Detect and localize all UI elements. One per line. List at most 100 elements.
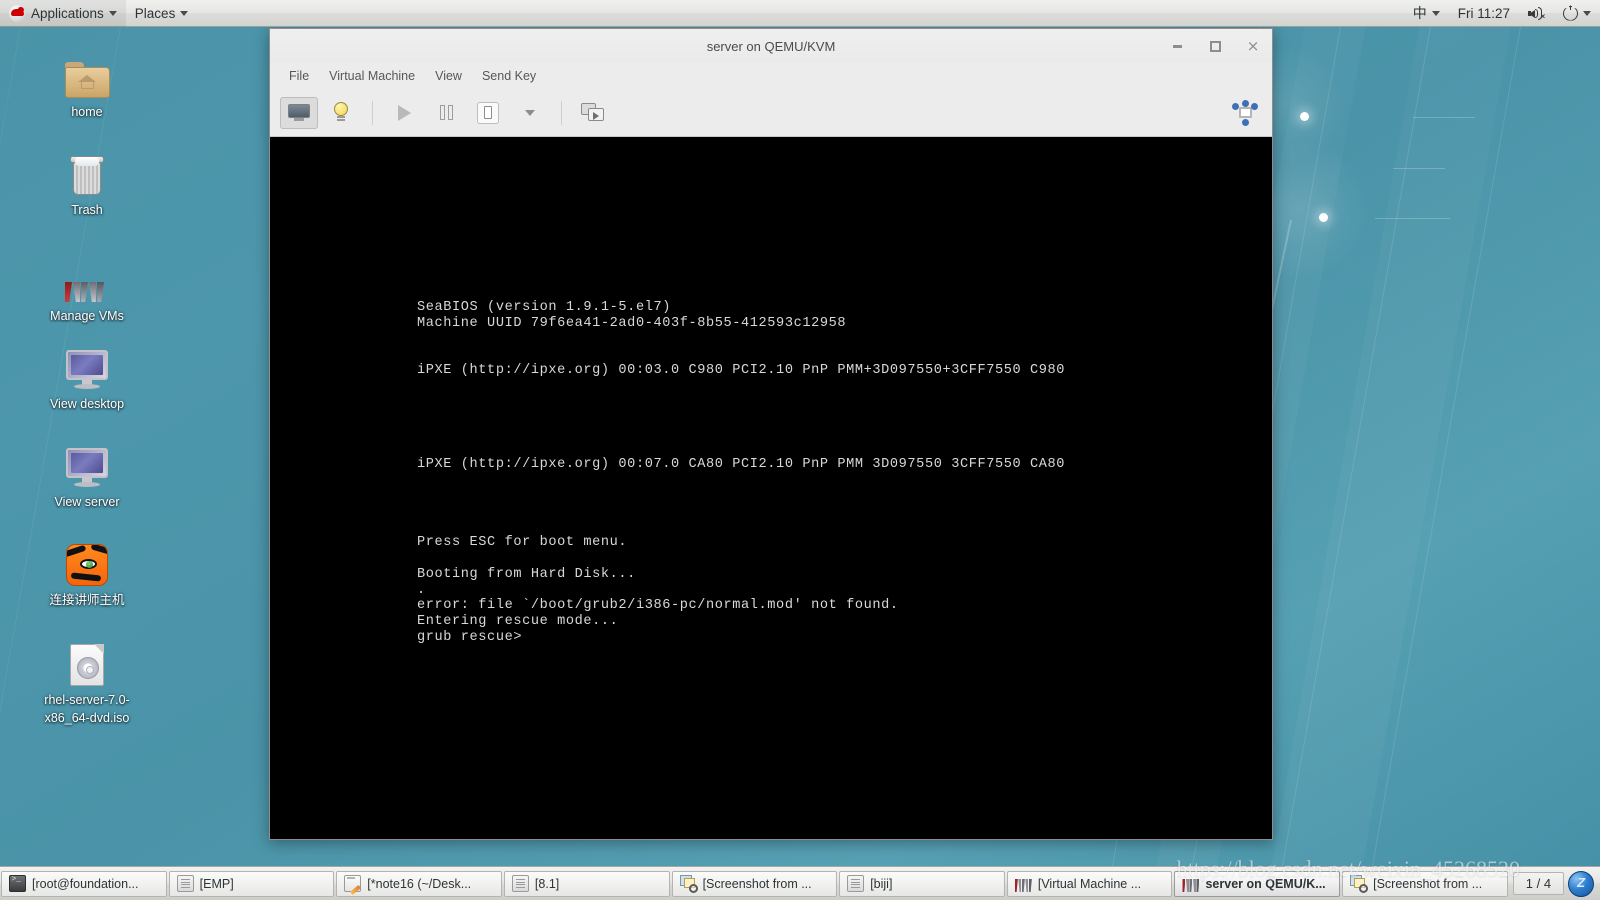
shutdown-button[interactable] — [469, 97, 507, 129]
window-controls: × — [1166, 29, 1264, 63]
places-label: Places — [134, 5, 176, 21]
ime-label: 中 — [1412, 6, 1427, 22]
menu-send-key[interactable]: Send Key — [473, 66, 545, 86]
system-tray: 中 Fri 11:27 × — [1404, 0, 1600, 27]
console-line: iPXE (http://ipxe.org) 00:03.0 C980 PCI2… — [417, 363, 1066, 378]
console-line: Machine UUID 79f6ea41-2ad0-403f-8b55-412… — [417, 316, 847, 331]
applications-menu[interactable]: Applications — [0, 0, 126, 27]
monitor-icon — [32, 438, 142, 488]
clock-label: Fri 11:27 — [1457, 5, 1510, 21]
show-graphical-console-button[interactable] — [280, 96, 318, 129]
monitor-icon — [32, 340, 142, 390]
file-manager-icon — [176, 875, 194, 892]
taskbar-item-active[interactable]: server on QEMU/K... — [1174, 870, 1341, 897]
taskbar-item-label: [biji] — [870, 876, 893, 891]
taskbar: [root@foundation... [EMP] [*note16 (~/De… — [0, 866, 1600, 900]
minimize-button[interactable] — [1166, 35, 1188, 57]
pause-button[interactable] — [427, 97, 465, 129]
tiger-vnc-icon — [32, 536, 142, 586]
taskbar-item[interactable]: [EMP] — [168, 870, 335, 897]
toolbar-separator — [561, 100, 562, 125]
menu-view[interactable]: View — [426, 66, 471, 86]
volume-muted-icon: × — [1528, 6, 1545, 21]
console-line: Entering rescue mode... — [417, 614, 619, 629]
chevron-down-icon — [108, 10, 117, 16]
console-line: iPXE (http://ipxe.org) 00:07.0 CA80 PCI2… — [417, 457, 1066, 472]
menu-virtual-machine[interactable]: Virtual Machine — [320, 66, 424, 86]
taskbar-item[interactable]: [Virtual Machine ... — [1006, 870, 1173, 897]
desktop-icon-trash[interactable]: Trash — [32, 146, 142, 219]
terminal-icon — [9, 875, 26, 892]
desktop-icon-manage-vms[interactable]: Manage VMs — [32, 252, 142, 325]
taskbar-item-label: [root@foundation... — [32, 876, 139, 891]
taskbar-item[interactable]: [biji] — [839, 870, 1005, 897]
fullscreen-resize-icon[interactable] — [1232, 99, 1258, 126]
show-vm-details-button[interactable] — [322, 97, 360, 129]
taskbar-item-label: [Screenshot from ... — [702, 876, 812, 891]
menubar: File Virtual Machine View Send Key — [270, 63, 1272, 89]
text-editor-icon — [344, 875, 362, 892]
shutdown-options-button[interactable] — [511, 97, 549, 129]
play-icon — [397, 104, 411, 121]
console-prompt: grub rescue> — [417, 630, 523, 645]
desktop-icon-rhel-iso[interactable]: rhel-server-7.0-x86_64-dvd.iso — [32, 636, 142, 727]
taskbar-item[interactable]: [*note16 (~/Desk... — [336, 870, 502, 897]
vm-graphical-console[interactable]: SeaBIOS (version 1.9.1-5.el7) Machine UU… — [270, 137, 1272, 839]
lightbulb-icon — [333, 101, 349, 124]
chevron-down-icon — [525, 109, 535, 116]
power-on-button[interactable] — [385, 97, 423, 129]
desktop-icon-home[interactable]: home — [32, 48, 142, 121]
zoom-app-icon[interactable] — [1568, 870, 1595, 897]
console-line: . — [417, 583, 426, 598]
toolbar — [270, 89, 1272, 137]
applications-label: Applications — [31, 5, 104, 21]
system-menu-button[interactable] — [1554, 0, 1600, 27]
chevron-down-icon — [180, 10, 189, 16]
virtual-machine-manager-icon — [1014, 875, 1032, 892]
workspace-switcher[interactable]: 1 / 4 — [1512, 872, 1565, 895]
iso-disc-icon — [32, 636, 142, 686]
taskbar-item[interactable]: [Screenshot from ... — [671, 870, 838, 897]
virt-viewer-window: server on QEMU/KVM × File Virtual Machin… — [269, 28, 1273, 840]
monitor-icon — [288, 103, 310, 122]
clock[interactable]: Fri 11:27 — [1449, 0, 1519, 27]
wallpaper-line — [1413, 117, 1475, 118]
places-menu[interactable]: Places — [126, 0, 198, 27]
screenshot-icon — [679, 875, 698, 893]
window-titlebar[interactable]: server on QEMU/KVM × — [270, 29, 1272, 63]
close-button[interactable]: × — [1242, 35, 1264, 57]
screenshot-icon — [1350, 875, 1369, 893]
wallpaper-line — [1393, 168, 1445, 169]
maximize-button[interactable] — [1204, 35, 1226, 57]
pause-icon — [439, 105, 453, 120]
menu-file[interactable]: File — [280, 66, 318, 86]
taskbar-item[interactable]: [Screenshot from ... — [1342, 870, 1508, 897]
chevron-down-icon — [1583, 10, 1591, 16]
shutdown-icon — [477, 101, 499, 124]
toolbar-separator — [372, 100, 373, 125]
desktop-icon-view-server[interactable]: View server — [32, 438, 142, 511]
taskbar-item-label: [Screenshot from ... — [1373, 876, 1483, 891]
volume-button[interactable]: × — [1519, 0, 1554, 27]
take-snapshot-button[interactable] — [574, 97, 612, 129]
power-icon — [1563, 5, 1578, 21]
desktop-icon-connect-instructor-host[interactable]: 连接讲师主机 — [32, 536, 142, 609]
taskbar-item[interactable]: [root@foundation... — [1, 870, 167, 897]
taskbar-item-label: [*note16 (~/Desk... — [367, 876, 472, 891]
taskbar-item-label: [8.1] — [534, 876, 560, 891]
desktop-icon-label: 连接讲师主机 — [49, 593, 125, 607]
console-line: error: file `/boot/grub2/i386-pc/normal.… — [417, 598, 899, 613]
taskbar-item-label: [Virtual Machine ... — [1037, 876, 1142, 891]
trash-icon — [32, 146, 142, 196]
taskbar-item-label: server on QEMU/K... — [1205, 876, 1326, 891]
desktop-icon-view-desktop[interactable]: View desktop — [32, 340, 142, 413]
input-method-indicator[interactable]: 中 — [1404, 0, 1449, 27]
home-folder-icon — [32, 48, 142, 98]
taskbar-item-label: [EMP] — [199, 876, 234, 891]
redhat-logo-icon — [9, 4, 26, 22]
taskbar-item[interactable]: [8.1] — [503, 870, 670, 897]
virtual-machine-manager-icon — [1182, 875, 1200, 892]
window-title: server on QEMU/KVM — [706, 38, 836, 54]
console-line: Booting from Hard Disk... — [417, 567, 636, 582]
file-manager-icon — [847, 875, 865, 892]
